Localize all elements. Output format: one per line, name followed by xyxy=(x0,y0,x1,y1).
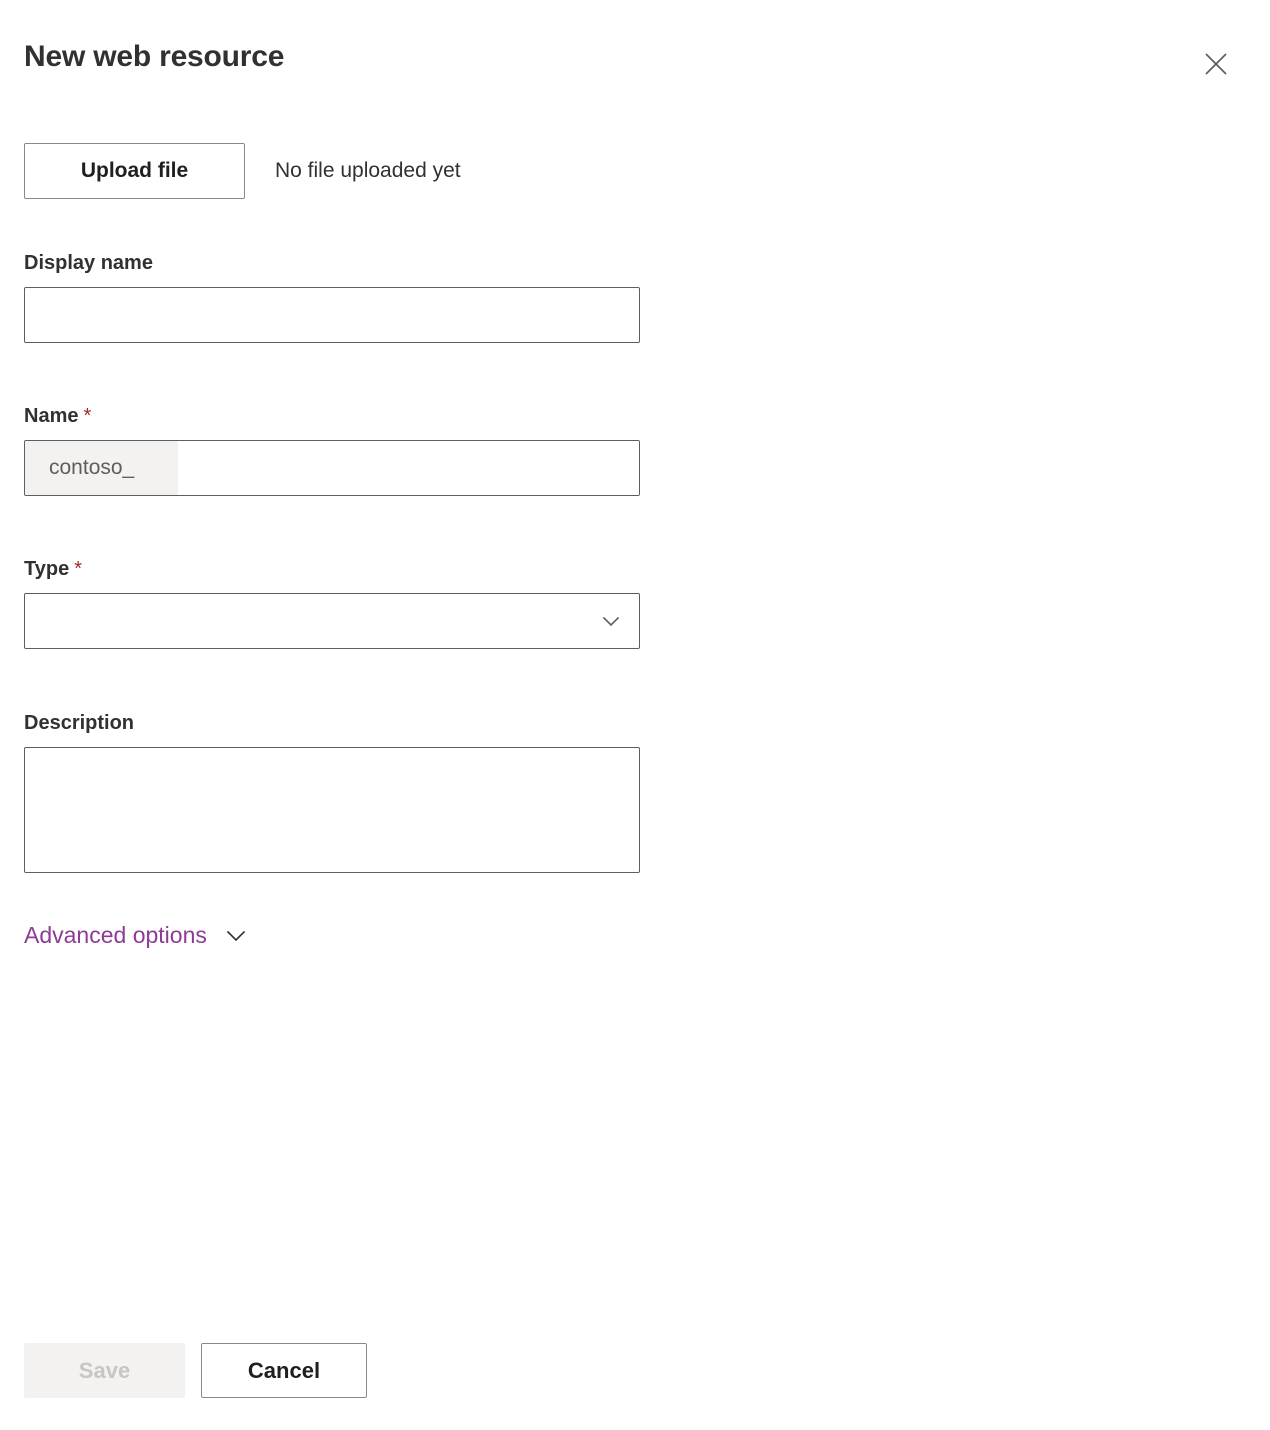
type-required-asterisk: * xyxy=(74,558,82,580)
field-type: Type * xyxy=(24,556,640,649)
advanced-options-toggle[interactable]: Advanced options xyxy=(24,920,249,950)
page-title: New web resource xyxy=(24,40,285,73)
name-required-asterisk: * xyxy=(83,405,92,427)
type-label: Type * xyxy=(24,556,640,582)
type-label-text: Type xyxy=(24,558,70,580)
field-description: Description xyxy=(24,710,640,878)
name-label: Name * xyxy=(24,403,640,429)
name-input[interactable] xyxy=(178,441,639,495)
type-dropdown[interactable] xyxy=(24,593,640,649)
name-label-text: Name xyxy=(24,405,79,427)
field-display-name: Display name xyxy=(24,250,640,343)
display-name-input[interactable] xyxy=(24,287,640,343)
name-prefix: contoso_ xyxy=(25,441,178,495)
chevron-down-icon xyxy=(597,607,625,635)
description-textarea[interactable] xyxy=(24,747,640,873)
name-input-group: contoso_ xyxy=(24,440,640,496)
advanced-options-label: Advanced options xyxy=(24,922,207,948)
chevron-down-icon xyxy=(223,922,249,948)
description-label: Description xyxy=(24,712,135,734)
field-name: Name * contoso_ xyxy=(24,403,640,496)
upload-file-row: Upload file No file uploaded yet xyxy=(24,143,461,199)
panel-footer: Save Cancel xyxy=(24,1343,367,1398)
close-icon xyxy=(1201,49,1231,79)
upload-status-text: No file uploaded yet xyxy=(275,159,461,182)
panel-header: New web resource xyxy=(0,0,1270,110)
save-button[interactable]: Save xyxy=(24,1343,185,1398)
close-button[interactable] xyxy=(1192,40,1240,88)
new-web-resource-panel: New web resource Upload file No file upl… xyxy=(0,0,1270,1430)
cancel-button[interactable]: Cancel xyxy=(201,1343,367,1398)
upload-file-button[interactable]: Upload file xyxy=(24,143,245,199)
display-name-label: Display name xyxy=(24,252,153,274)
